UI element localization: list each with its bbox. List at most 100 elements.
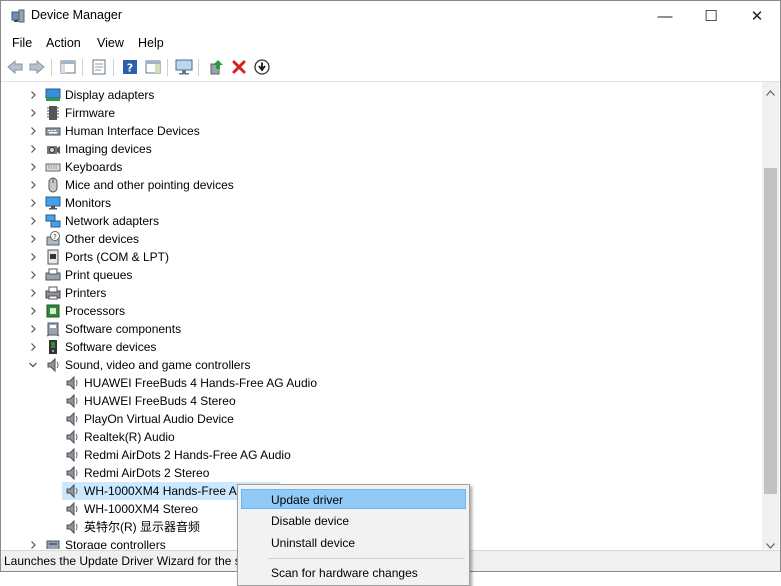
status-text: Launches the Update Driver Wizard for th… xyxy=(4,554,248,568)
expand-chevron-icon[interactable] xyxy=(28,194,38,212)
title-bar[interactable]: Device Manager — ☐ ✕ xyxy=(1,1,780,32)
tree-category[interactable]: Print queues xyxy=(1,266,761,284)
print-queue-icon xyxy=(45,267,61,283)
speaker-icon xyxy=(64,465,80,481)
tree-item-label: Storage controllers xyxy=(65,538,166,549)
menu-item-label: Uninstall device xyxy=(271,536,356,550)
tree-device[interactable]: HUAWEI FreeBuds 4 Hands-Free AG Audio xyxy=(1,374,761,392)
vertical-scrollbar[interactable] xyxy=(762,82,779,549)
software-component-icon xyxy=(45,321,61,337)
monitor-icon xyxy=(45,195,61,211)
scan-hardware-icon[interactable] xyxy=(174,57,194,77)
tree-device[interactable]: PlayOn Virtual Audio Device xyxy=(1,410,761,428)
speaker-icon xyxy=(64,429,80,445)
processor-icon xyxy=(45,303,61,319)
menu-item-scan-hardware[interactable]: Scan for hardware changes xyxy=(241,563,466,583)
expand-chevron-icon[interactable] xyxy=(28,266,38,284)
tree-device[interactable]: Realtek(R) Audio xyxy=(1,428,761,446)
uninstall-icon[interactable] xyxy=(229,57,249,77)
scroll-up-icon[interactable] xyxy=(766,85,775,99)
tree-category[interactable]: ? Other devices xyxy=(1,230,761,248)
toolbar-separator xyxy=(113,59,114,76)
port-icon xyxy=(45,249,61,265)
tree-item-label: PlayOn Virtual Audio Device xyxy=(84,412,234,426)
action-pane-icon[interactable] xyxy=(143,57,163,77)
expand-chevron-icon[interactable] xyxy=(28,212,38,230)
display-adapter-icon xyxy=(45,87,61,103)
forward-arrow-icon[interactable] xyxy=(27,57,47,77)
tree-item-label: Print queues xyxy=(65,268,133,282)
expand-chevron-icon[interactable] xyxy=(28,140,38,158)
disable-device-icon[interactable] xyxy=(252,57,272,77)
tree-device[interactable]: Redmi AirDots 2 Hands-Free AG Audio xyxy=(1,446,761,464)
tree-item-label: Human Interface Devices xyxy=(65,124,200,138)
tree-category[interactable]: Sound, video and game controllers xyxy=(1,356,761,374)
expand-chevron-icon[interactable] xyxy=(28,86,38,104)
svg-text:?: ? xyxy=(127,62,133,75)
expand-chevron-icon[interactable] xyxy=(28,284,38,302)
show-hide-console-tree-icon[interactable] xyxy=(58,57,78,77)
close-button[interactable]: ✕ xyxy=(734,1,780,32)
tree-category[interactable]: Imaging devices xyxy=(1,140,761,158)
help-icon[interactable]: ? xyxy=(120,57,140,77)
tree-device[interactable]: HUAWEI FreeBuds 4 Stereo xyxy=(1,392,761,410)
back-arrow-icon[interactable] xyxy=(5,57,25,77)
device-tree[interactable]: Display adapters Firmware Human Interface … xyxy=(1,82,762,549)
menu-item-disable-device[interactable]: Disable device xyxy=(241,511,466,531)
software-device-icon xyxy=(45,339,61,355)
speaker-icon xyxy=(64,501,80,517)
camera-icon xyxy=(45,141,61,157)
update-driver-icon[interactable] xyxy=(206,57,226,77)
collapse-chevron-icon[interactable] xyxy=(28,356,38,374)
properties-icon[interactable] xyxy=(89,57,109,77)
toolbar-separator xyxy=(51,59,52,76)
minimize-button[interactable]: — xyxy=(642,1,688,32)
tree-category[interactable]: Monitors xyxy=(1,194,761,212)
tree-item-label: Printers xyxy=(65,286,107,300)
tree-category[interactable]: Firmware xyxy=(1,104,761,122)
expand-chevron-icon[interactable] xyxy=(28,338,38,356)
menu-item-uninstall-device[interactable]: Uninstall device xyxy=(241,533,466,553)
network-adapter-icon xyxy=(45,213,61,229)
tree-category[interactable]: Software devices xyxy=(1,338,761,356)
menu-view[interactable]: View xyxy=(97,36,124,50)
menu-action[interactable]: Action xyxy=(46,36,81,50)
tree-category[interactable]: Human Interface Devices xyxy=(1,122,761,140)
tree-category[interactable]: Processors xyxy=(1,302,761,320)
expand-chevron-icon[interactable] xyxy=(28,302,38,320)
expand-chevron-icon[interactable] xyxy=(28,320,38,338)
tree-category[interactable]: Software components xyxy=(1,320,761,338)
menu-bar: File Action View Help xyxy=(1,32,780,54)
svg-text:?: ? xyxy=(53,233,57,241)
scrollbar-thumb[interactable] xyxy=(764,168,777,494)
tree-category[interactable]: Network adapters xyxy=(1,212,761,230)
tree-item-label: Redmi AirDots 2 Stereo xyxy=(84,466,210,480)
window-title: Device Manager xyxy=(31,8,123,22)
tree-category[interactable]: Keyboards xyxy=(1,158,761,176)
tree-item-label: Display adapters xyxy=(65,88,155,102)
storage-icon xyxy=(45,537,61,549)
expand-chevron-icon[interactable] xyxy=(28,122,38,140)
tree-item-label: Realtek(R) Audio xyxy=(84,430,175,444)
expand-chevron-icon[interactable] xyxy=(28,230,38,248)
tree-category[interactable]: Mice and other pointing devices xyxy=(1,176,761,194)
tree-item-label: Monitors xyxy=(65,196,112,210)
tree-category[interactable]: Ports (COM & LPT) xyxy=(1,248,761,266)
speaker-icon xyxy=(64,393,80,409)
menu-item-label: Disable device xyxy=(271,514,350,528)
expand-chevron-icon[interactable] xyxy=(28,104,38,122)
expand-chevron-icon[interactable] xyxy=(28,248,38,266)
menu-help[interactable]: Help xyxy=(138,36,164,50)
expand-chevron-icon[interactable] xyxy=(28,536,38,549)
tree-device[interactable]: Redmi AirDots 2 Stereo xyxy=(1,464,761,482)
maximize-button[interactable]: ☐ xyxy=(688,1,734,32)
expand-chevron-icon[interactable] xyxy=(28,158,38,176)
tree-item-label: Network adapters xyxy=(65,214,160,228)
menu-file[interactable]: File xyxy=(12,36,32,50)
expand-chevron-icon[interactable] xyxy=(28,176,38,194)
tree-item-label: Mice and other pointing devices xyxy=(65,178,234,192)
tree-category[interactable]: Printers xyxy=(1,284,761,302)
tree-category[interactable]: Display adapters xyxy=(1,86,761,104)
menu-separator xyxy=(268,558,464,559)
menu-item-update-driver[interactable]: Update driver xyxy=(241,489,466,509)
